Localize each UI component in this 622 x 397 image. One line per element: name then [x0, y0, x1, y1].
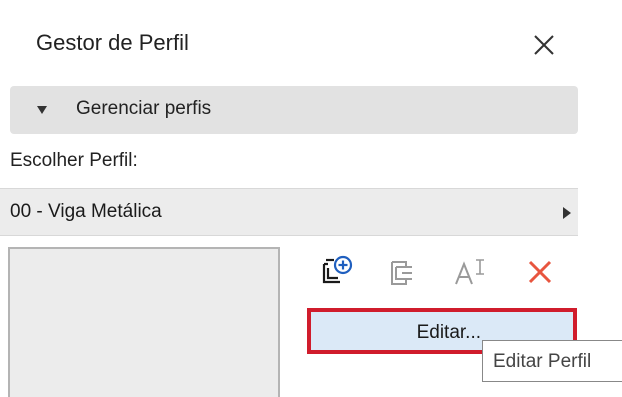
profile-select-value: 00 - Viga Metálica: [10, 201, 162, 222]
edit-tooltip-text: Editar Perfil: [493, 351, 592, 372]
edit-button-label: Editar...: [416, 322, 481, 343]
triangle-down-icon: [37, 106, 47, 114]
edit-tooltip: Editar Perfil: [482, 340, 622, 382]
duplicate-profile-button[interactable]: [384, 254, 420, 290]
manage-profiles-label: Gerenciar perfis: [76, 98, 212, 119]
duplicate-profile-icon: [391, 261, 412, 285]
delete-profile-icon: [528, 260, 552, 284]
choose-profile-label: Escolher Perfil:: [10, 150, 138, 171]
new-profile-button[interactable]: [318, 254, 354, 290]
new-profile-icon: [322, 255, 353, 284]
delete-profile-button[interactable]: [522, 254, 558, 290]
profile-preview-list[interactable]: [8, 247, 280, 397]
profile-manager-window: Gestor de Perfil Gerenciar perfis Escolh…: [0, 0, 622, 397]
triangle-right-icon: [563, 207, 571, 219]
rename-profile-button[interactable]: [452, 254, 488, 290]
rename-profile-icon: [455, 259, 484, 285]
close-button[interactable]: [532, 33, 556, 57]
profile-select[interactable]: 00 - Viga Metálica: [0, 188, 578, 236]
window-title: Gestor de Perfil: [36, 30, 189, 55]
manage-profiles-header[interactable]: Gerenciar perfis: [10, 86, 578, 134]
close-icon: [534, 35, 554, 55]
